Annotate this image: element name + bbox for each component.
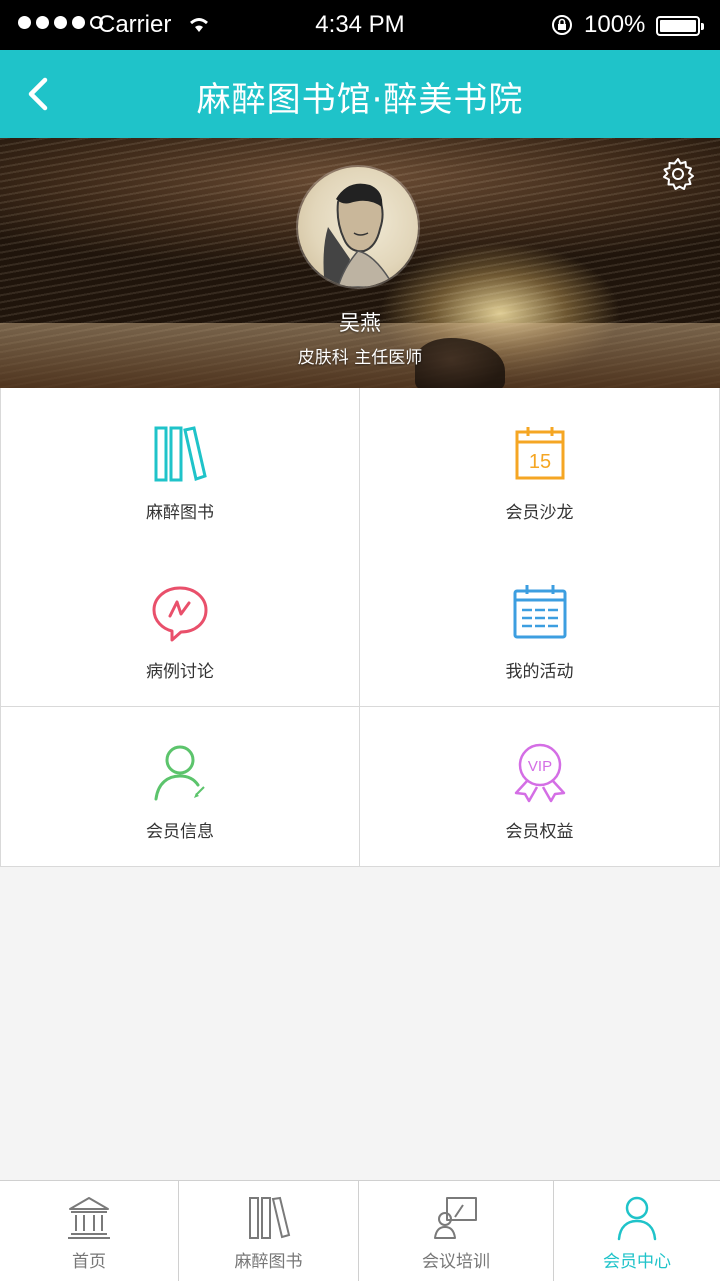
svg-text:VIP: VIP	[527, 758, 551, 775]
navigation-bar: 麻醉图书馆·醉美书院	[0, 50, 720, 138]
menu-item-label: 会员信息	[146, 822, 214, 842]
tab-member-center[interactable]: 会员中心	[554, 1181, 720, 1281]
menu-item-case-discussion[interactable]: 病例讨论	[0, 547, 360, 707]
menu-item-member-salon[interactable]: 15 会员沙龙	[360, 388, 720, 548]
svg-text:15: 15	[528, 451, 550, 473]
status-bar: Carrier 4:34 PM 100%	[0, 0, 720, 50]
menu-item-member-benefits[interactable]: VIP 会员权益	[360, 707, 720, 867]
menu-item-anesthesia-books[interactable]: 麻醉图书	[0, 388, 360, 548]
gear-icon[interactable]	[660, 156, 696, 192]
menu-item-label: 我的活动	[505, 662, 574, 682]
vip-badge-icon: VIP	[514, 743, 565, 803]
tab-label: 首页	[72, 1252, 106, 1272]
menu-item-member-info[interactable]: 会员信息	[0, 707, 360, 867]
feature-grid: 麻醉图书 15 会员沙龙 病例讨论 我的活动 会员信息 VIP 会员权益	[0, 388, 720, 867]
books-icon	[154, 426, 207, 482]
menu-item-label: 病例讨论	[146, 662, 214, 682]
menu-item-label: 会员权益	[505, 822, 574, 842]
meeting-icon	[434, 1197, 477, 1239]
menu-item-my-activities[interactable]: 我的活动	[360, 547, 720, 707]
menu-item-label: 麻醉图书	[146, 503, 214, 523]
tab-anesthesia-books[interactable]: 麻醉图书	[179, 1181, 359, 1281]
battery-icon	[656, 16, 704, 36]
calendar-icon	[513, 585, 566, 639]
avatar-portrait-icon	[323, 183, 395, 287]
tab-meeting-training[interactable]: 会议培训	[359, 1181, 554, 1281]
rotation-lock-icon	[552, 15, 572, 35]
user-edit-icon	[154, 745, 205, 801]
user-title: 皮肤科 主任医师	[297, 348, 423, 368]
page-title: 麻醉图书馆·醉美书院	[196, 80, 524, 120]
menu-item-label: 会员沙龙	[505, 503, 574, 523]
calendar-15-icon: 15	[515, 427, 564, 480]
user-icon	[617, 1196, 657, 1241]
battery-percentage: 100%	[584, 11, 646, 38]
bank-icon	[68, 1197, 110, 1239]
tab-label: 会议培训	[422, 1252, 490, 1272]
tab-label: 会员中心	[603, 1252, 671, 1272]
tab-home[interactable]: 首页	[0, 1181, 179, 1281]
books-icon	[248, 1196, 290, 1239]
tab-label: 麻醉图书	[234, 1252, 303, 1272]
tab-bar: 首页 麻醉图书 会议培训 会员中心	[0, 1180, 720, 1281]
avatar[interactable]	[298, 167, 418, 287]
user-name: 吴燕	[339, 311, 381, 335]
chat-bubble-icon	[152, 586, 208, 642]
